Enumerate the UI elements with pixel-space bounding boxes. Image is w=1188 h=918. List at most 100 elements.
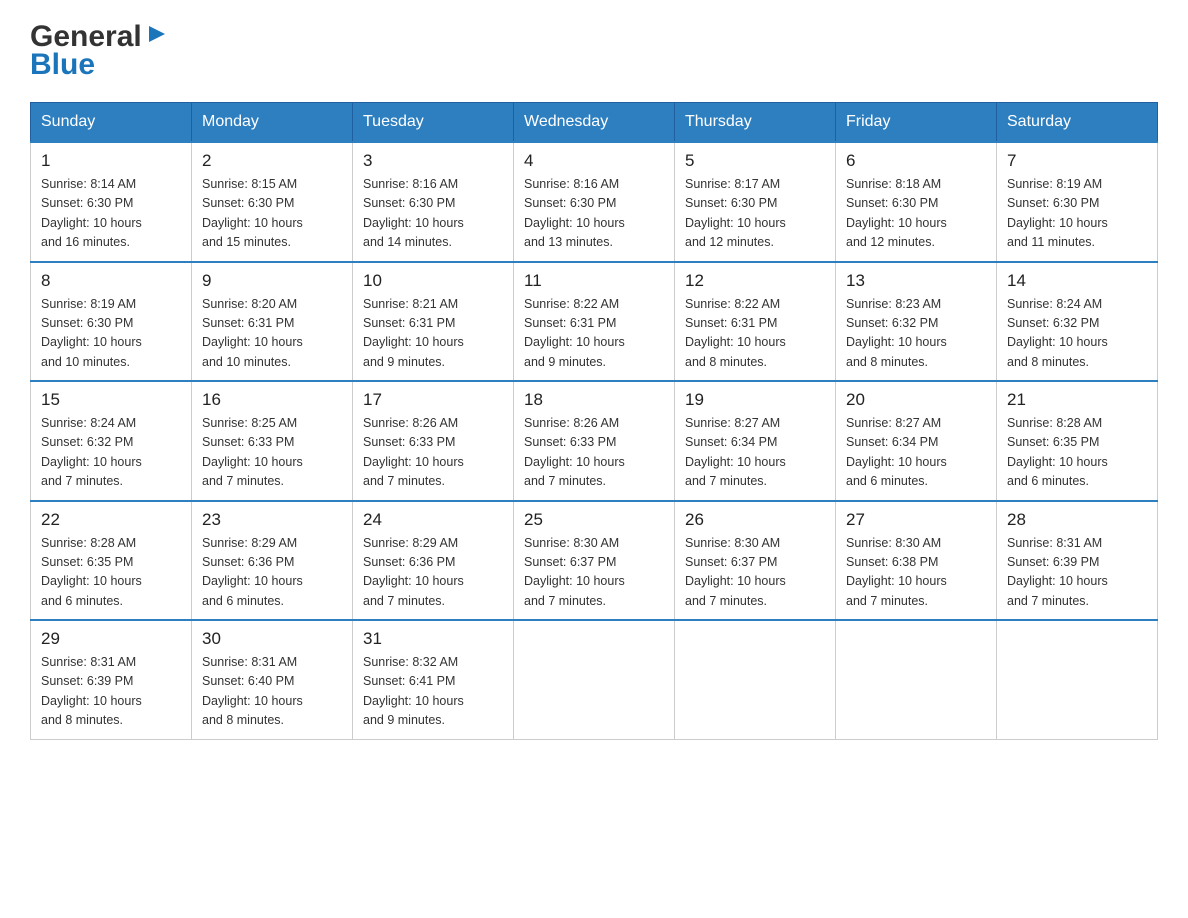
calendar-week-row-5: 29 Sunrise: 8:31 AMSunset: 6:39 PMDaylig… — [31, 620, 1158, 739]
day-number: 14 — [1007, 271, 1147, 291]
day-info: Sunrise: 8:29 AMSunset: 6:36 PMDaylight:… — [363, 534, 503, 612]
calendar-header-thursday: Thursday — [675, 103, 836, 143]
day-number: 3 — [363, 151, 503, 171]
day-info: Sunrise: 8:17 AMSunset: 6:30 PMDaylight:… — [685, 175, 825, 253]
day-number: 6 — [846, 151, 986, 171]
day-info: Sunrise: 8:21 AMSunset: 6:31 PMDaylight:… — [363, 295, 503, 373]
calendar-cell: 2 Sunrise: 8:15 AMSunset: 6:30 PMDayligh… — [192, 142, 353, 262]
day-number: 4 — [524, 151, 664, 171]
calendar-cell: 26 Sunrise: 8:30 AMSunset: 6:37 PMDaylig… — [675, 501, 836, 621]
day-info: Sunrise: 8:27 AMSunset: 6:34 PMDaylight:… — [685, 414, 825, 492]
day-info: Sunrise: 8:29 AMSunset: 6:36 PMDaylight:… — [202, 534, 342, 612]
calendar-header-saturday: Saturday — [997, 103, 1158, 143]
day-info: Sunrise: 8:28 AMSunset: 6:35 PMDaylight:… — [1007, 414, 1147, 492]
day-info: Sunrise: 8:31 AMSunset: 6:40 PMDaylight:… — [202, 653, 342, 731]
day-number: 10 — [363, 271, 503, 291]
calendar-cell: 20 Sunrise: 8:27 AMSunset: 6:34 PMDaylig… — [836, 381, 997, 501]
calendar-cell: 23 Sunrise: 8:29 AMSunset: 6:36 PMDaylig… — [192, 501, 353, 621]
calendar-cell: 22 Sunrise: 8:28 AMSunset: 6:35 PMDaylig… — [31, 501, 192, 621]
day-info: Sunrise: 8:32 AMSunset: 6:41 PMDaylight:… — [363, 653, 503, 731]
day-info: Sunrise: 8:22 AMSunset: 6:31 PMDaylight:… — [524, 295, 664, 373]
day-info: Sunrise: 8:30 AMSunset: 6:37 PMDaylight:… — [685, 534, 825, 612]
day-info: Sunrise: 8:27 AMSunset: 6:34 PMDaylight:… — [846, 414, 986, 492]
calendar-cell: 10 Sunrise: 8:21 AMSunset: 6:31 PMDaylig… — [353, 262, 514, 382]
calendar-cell: 6 Sunrise: 8:18 AMSunset: 6:30 PMDayligh… — [836, 142, 997, 262]
day-number: 5 — [685, 151, 825, 171]
calendar-header-row: SundayMondayTuesdayWednesdayThursdayFrid… — [31, 103, 1158, 143]
day-info: Sunrise: 8:31 AMSunset: 6:39 PMDaylight:… — [1007, 534, 1147, 612]
calendar-cell: 9 Sunrise: 8:20 AMSunset: 6:31 PMDayligh… — [192, 262, 353, 382]
day-number: 1 — [41, 151, 181, 171]
day-info: Sunrise: 8:22 AMSunset: 6:31 PMDaylight:… — [685, 295, 825, 373]
calendar-cell: 24 Sunrise: 8:29 AMSunset: 6:36 PMDaylig… — [353, 501, 514, 621]
calendar-cell: 3 Sunrise: 8:16 AMSunset: 6:30 PMDayligh… — [353, 142, 514, 262]
day-number: 30 — [202, 629, 342, 649]
calendar-header-friday: Friday — [836, 103, 997, 143]
calendar-cell — [675, 620, 836, 739]
calendar-week-row-3: 15 Sunrise: 8:24 AMSunset: 6:32 PMDaylig… — [31, 381, 1158, 501]
day-info: Sunrise: 8:31 AMSunset: 6:39 PMDaylight:… — [41, 653, 181, 731]
logo-blue-text: Blue — [30, 48, 95, 82]
day-number: 2 — [202, 151, 342, 171]
calendar-cell: 12 Sunrise: 8:22 AMSunset: 6:31 PMDaylig… — [675, 262, 836, 382]
day-info: Sunrise: 8:16 AMSunset: 6:30 PMDaylight:… — [524, 175, 664, 253]
calendar-header-sunday: Sunday — [31, 103, 192, 143]
calendar-cell: 5 Sunrise: 8:17 AMSunset: 6:30 PMDayligh… — [675, 142, 836, 262]
page-header: General Blue — [30, 20, 1158, 82]
calendar-cell: 13 Sunrise: 8:23 AMSunset: 6:32 PMDaylig… — [836, 262, 997, 382]
day-number: 29 — [41, 629, 181, 649]
day-info: Sunrise: 8:20 AMSunset: 6:31 PMDaylight:… — [202, 295, 342, 373]
calendar-week-row-2: 8 Sunrise: 8:19 AMSunset: 6:30 PMDayligh… — [31, 262, 1158, 382]
day-number: 15 — [41, 390, 181, 410]
day-number: 27 — [846, 510, 986, 530]
day-number: 12 — [685, 271, 825, 291]
calendar-cell — [514, 620, 675, 739]
calendar-cell: 27 Sunrise: 8:30 AMSunset: 6:38 PMDaylig… — [836, 501, 997, 621]
day-number: 11 — [524, 271, 664, 291]
day-number: 24 — [363, 510, 503, 530]
day-info: Sunrise: 8:28 AMSunset: 6:35 PMDaylight:… — [41, 534, 181, 612]
day-number: 23 — [202, 510, 342, 530]
calendar-cell: 1 Sunrise: 8:14 AMSunset: 6:30 PMDayligh… — [31, 142, 192, 262]
calendar-cell: 21 Sunrise: 8:28 AMSunset: 6:35 PMDaylig… — [997, 381, 1158, 501]
calendar-cell: 14 Sunrise: 8:24 AMSunset: 6:32 PMDaylig… — [997, 262, 1158, 382]
day-number: 26 — [685, 510, 825, 530]
day-number: 28 — [1007, 510, 1147, 530]
day-info: Sunrise: 8:30 AMSunset: 6:37 PMDaylight:… — [524, 534, 664, 612]
day-number: 16 — [202, 390, 342, 410]
day-number: 18 — [524, 390, 664, 410]
day-info: Sunrise: 8:19 AMSunset: 6:30 PMDaylight:… — [1007, 175, 1147, 253]
calendar-cell: 25 Sunrise: 8:30 AMSunset: 6:37 PMDaylig… — [514, 501, 675, 621]
calendar-cell: 29 Sunrise: 8:31 AMSunset: 6:39 PMDaylig… — [31, 620, 192, 739]
day-number: 17 — [363, 390, 503, 410]
day-number: 25 — [524, 510, 664, 530]
day-info: Sunrise: 8:18 AMSunset: 6:30 PMDaylight:… — [846, 175, 986, 253]
calendar-cell — [836, 620, 997, 739]
calendar-cell: 28 Sunrise: 8:31 AMSunset: 6:39 PMDaylig… — [997, 501, 1158, 621]
day-number: 21 — [1007, 390, 1147, 410]
calendar-week-row-1: 1 Sunrise: 8:14 AMSunset: 6:30 PMDayligh… — [31, 142, 1158, 262]
day-number: 13 — [846, 271, 986, 291]
calendar-header-monday: Monday — [192, 103, 353, 143]
calendar-cell: 30 Sunrise: 8:31 AMSunset: 6:40 PMDaylig… — [192, 620, 353, 739]
day-number: 9 — [202, 271, 342, 291]
calendar-cell: 18 Sunrise: 8:26 AMSunset: 6:33 PMDaylig… — [514, 381, 675, 501]
day-info: Sunrise: 8:23 AMSunset: 6:32 PMDaylight:… — [846, 295, 986, 373]
calendar-cell — [997, 620, 1158, 739]
day-info: Sunrise: 8:25 AMSunset: 6:33 PMDaylight:… — [202, 414, 342, 492]
calendar-cell: 7 Sunrise: 8:19 AMSunset: 6:30 PMDayligh… — [997, 142, 1158, 262]
calendar-cell: 31 Sunrise: 8:32 AMSunset: 6:41 PMDaylig… — [353, 620, 514, 739]
day-number: 8 — [41, 271, 181, 291]
calendar-cell: 8 Sunrise: 8:19 AMSunset: 6:30 PMDayligh… — [31, 262, 192, 382]
logo-flag-icon — [145, 24, 167, 46]
day-info: Sunrise: 8:26 AMSunset: 6:33 PMDaylight:… — [363, 414, 503, 492]
logo: General Blue — [30, 20, 167, 82]
calendar-header-tuesday: Tuesday — [353, 103, 514, 143]
day-number: 20 — [846, 390, 986, 410]
day-number: 31 — [363, 629, 503, 649]
day-info: Sunrise: 8:30 AMSunset: 6:38 PMDaylight:… — [846, 534, 986, 612]
day-info: Sunrise: 8:26 AMSunset: 6:33 PMDaylight:… — [524, 414, 664, 492]
calendar-cell: 4 Sunrise: 8:16 AMSunset: 6:30 PMDayligh… — [514, 142, 675, 262]
day-number: 7 — [1007, 151, 1147, 171]
day-info: Sunrise: 8:24 AMSunset: 6:32 PMDaylight:… — [41, 414, 181, 492]
